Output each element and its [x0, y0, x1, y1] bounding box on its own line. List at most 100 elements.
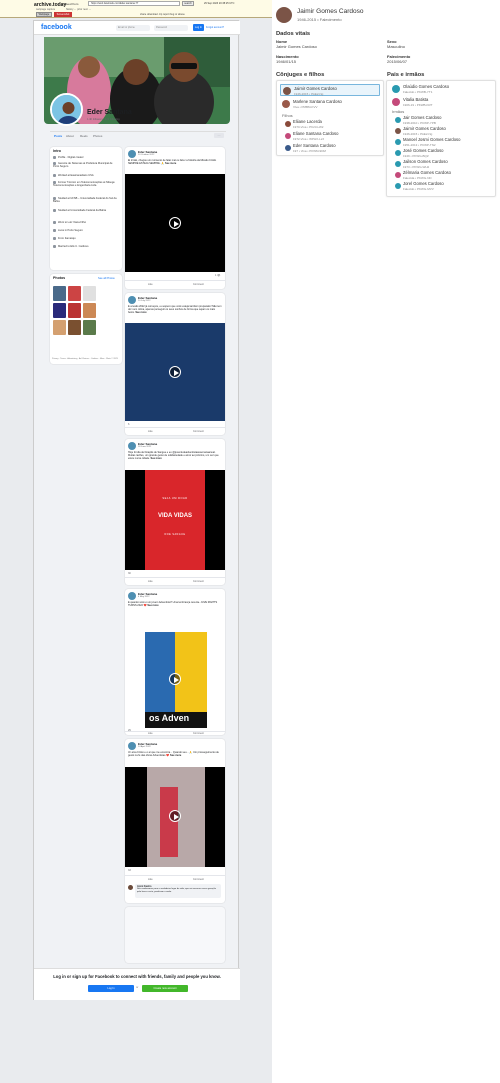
play-icon[interactable] [169, 673, 181, 685]
reaction-count: 30 [128, 572, 131, 575]
login-prompt: Log in or sign up for Facebook to connec… [34, 968, 240, 1000]
login-button[interactable]: Log In [193, 24, 204, 31]
footer-links[interactable]: Privacy · Terms · Advertising · Ad Choic… [52, 358, 120, 360]
profile-avatar[interactable] [50, 93, 83, 126]
family-member-child[interactable]: Eder Santana Cardoso 197 • Viva • PKWM-9… [280, 142, 380, 154]
archive-toolbar: archive.today webpage capture Saved from… [0, 0, 272, 18]
post-date[interactable]: 4 May 2022 [138, 596, 149, 598]
post-card: Eder Santana 10 October 2022 Ei irmão, c… [125, 147, 225, 289]
photo-thumbnail[interactable] [83, 303, 96, 318]
like-button[interactable]: Like [148, 732, 153, 735]
play-icon[interactable] [169, 810, 181, 822]
post-date[interactable]: 10 July 2022 [138, 300, 150, 302]
like-button[interactable]: Like [148, 878, 153, 881]
photo-thumbnail[interactable] [53, 320, 66, 335]
avatar[interactable] [128, 296, 136, 304]
tab-photos[interactable]: Photos [93, 134, 102, 138]
family-member-parent[interactable]: Vitalia Batista 1906-19 • PKWB-KRT [390, 96, 490, 108]
family-member-sibling[interactable]: Jorel Gomes Cardoso Falecido • PKWG-MVV [390, 180, 490, 192]
photo-thumbnail[interactable] [83, 320, 96, 335]
see-more-link[interactable]: See more [170, 754, 181, 757]
comment-button[interactable]: Comment [193, 580, 204, 583]
screenshot-tab[interactable]: Screenshot [54, 12, 72, 17]
avatar[interactable] [128, 885, 133, 890]
more-options-button[interactable]: ··· [214, 133, 224, 138]
email-field[interactable]: Email or phone [116, 25, 150, 31]
post-actions: Like Comment [125, 577, 225, 584]
avatar[interactable] [128, 150, 136, 158]
saved-from-label: Saved from [63, 2, 79, 6]
see-all-photos-link[interactable]: See all Photos [98, 277, 115, 280]
archive-share-links[interactable]: share download .zip report bug or abuse [140, 13, 185, 16]
post-actions: Like Comment [125, 280, 225, 287]
tab-about[interactable]: About [66, 134, 74, 138]
avatar [392, 85, 400, 93]
location-icon [53, 237, 56, 240]
tab-posts[interactable]: Posts [54, 134, 62, 138]
post-video[interactable]: os Adven [125, 630, 225, 730]
post-video[interactable]: SEJA UM DOAD VIDA VIDAS DOE SANGUE [125, 470, 225, 570]
followers-count[interactable]: 1.4K followers · 122 following [87, 118, 120, 121]
webpage-tab[interactable]: Webpage [36, 12, 52, 17]
or-label: or [136, 986, 139, 989]
avatar [395, 128, 401, 134]
post-video[interactable] [125, 767, 225, 867]
intro-item: From Itamaraju [53, 237, 119, 240]
see-more-link[interactable]: See more [147, 604, 158, 607]
archive-date: 29 Sep 2023 20:38:25 UTC [204, 2, 235, 5]
post-date[interactable]: 18 June 2022 [138, 446, 151, 448]
birth-value: 1946/01/15 [276, 59, 297, 64]
photo-thumbnail[interactable] [53, 286, 66, 301]
avatar[interactable] [128, 742, 136, 750]
vital-data-title: Dados vitais [276, 31, 311, 37]
forgot-account-link[interactable]: Forgot account? [206, 26, 224, 29]
play-icon[interactable] [169, 366, 181, 378]
family-member-self[interactable]: Jaimir Gomes Cardoso 1946-2015 • PAE2-Ng [280, 84, 380, 96]
photo-thumbnail[interactable] [53, 303, 66, 318]
create-account-button[interactable]: Create new account [142, 985, 188, 992]
fb-logo[interactable]: facebook [41, 24, 72, 31]
archive-search-button[interactable]: search [182, 1, 194, 6]
like-button[interactable]: Like [148, 283, 153, 286]
person-avatar[interactable] [276, 7, 292, 23]
comment-button[interactable]: Comment [193, 430, 204, 433]
post-video[interactable] [125, 174, 225, 272]
photo-thumbnail[interactable] [68, 303, 81, 318]
tab-reels[interactable]: Reels [80, 134, 88, 138]
post-placeholder [125, 907, 225, 963]
see-more-link[interactable]: See more [151, 457, 162, 460]
post-card: Eder Santana 10 July 2022 E a lesão 2022… [125, 293, 225, 435]
see-more-link[interactable]: See more [135, 311, 146, 314]
avatar [395, 172, 401, 178]
family-member-parent[interactable]: Olaúdio Gomes Cardoso Falecido • PKWB-YT… [390, 83, 490, 95]
post-video[interactable] [125, 323, 225, 421]
like-button[interactable]: Like [148, 430, 153, 433]
avatar [395, 117, 401, 123]
avatar[interactable] [128, 592, 136, 600]
family-member-child[interactable]: Eliiane Lacerda 1970-Viva • PK23-LW2 [280, 118, 380, 130]
intro-item: Went to Luiz Viana Filho [53, 221, 119, 224]
genealogy-panel: Jaimir Gomes Cardoso 1946-2015 • Falecim… [272, 0, 500, 1083]
post-date[interactable]: 10 October 2022 [138, 154, 154, 156]
post-text: Ei irmão, chegou um momento de falar mal… [128, 159, 217, 165]
avatar[interactable] [128, 442, 136, 450]
comment-button[interactable]: Comment [193, 878, 204, 881]
like-button[interactable]: Like [148, 580, 153, 583]
photo-thumbnail[interactable] [68, 320, 81, 335]
post-date[interactable]: 14 April 2022 [138, 746, 151, 748]
comment-text: Nós mudaremos para o verdadeiro lugar de… [137, 888, 216, 893]
password-field[interactable]: Password [154, 25, 188, 31]
see-more-link[interactable]: See more [165, 162, 176, 165]
play-icon[interactable] [169, 217, 181, 229]
parents-siblings-title: Pais e irmãos [387, 72, 425, 78]
comment-button[interactable]: Comment [193, 283, 204, 286]
login-button[interactable]: Log In [88, 985, 134, 992]
archive-url-input[interactable]: https://web.facebook.com/Eder.santana.77 [88, 1, 180, 6]
photo-thumbnail[interactable] [83, 286, 96, 301]
archive-history-nav[interactable]: history ← prior next → [66, 8, 91, 11]
family-member-child[interactable]: Eliane Santana Cardoso 1972-Viva • WPHX-… [280, 130, 380, 142]
comment-button[interactable]: Comment [193, 732, 204, 735]
family-member-spouse[interactable]: Marlene Santana Cardoso Viva • PMBM-KVV [280, 98, 380, 110]
photo-thumbnail[interactable] [68, 286, 81, 301]
photos-title: Photos [53, 276, 66, 280]
